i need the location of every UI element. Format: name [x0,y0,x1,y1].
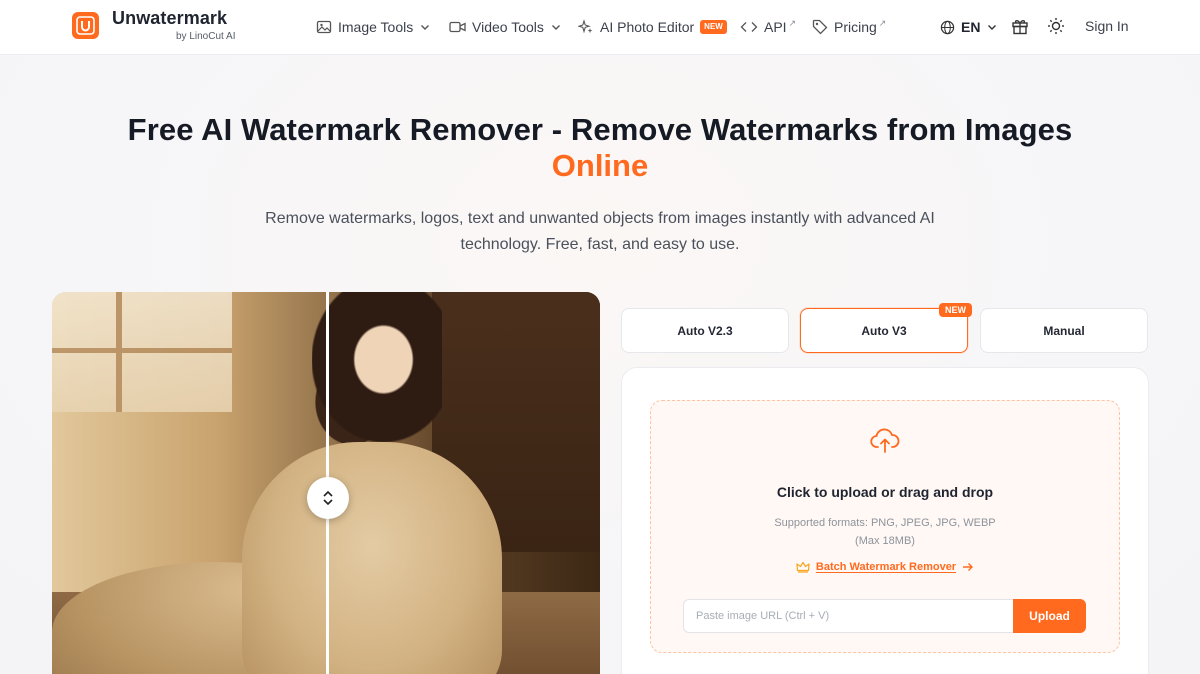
nav-video-tools-label: Video Tools [472,19,544,35]
brand-name[interactable]: Unwatermark [112,8,227,29]
nav-ai-photo-editor[interactable]: AI Photo Editor NEW [578,17,727,37]
nav-image-tools-label: Image Tools [338,19,414,35]
sparkles-icon [578,19,593,34]
upload-formats: Supported formats: PNG, JPEG, JPG, WEBP … [650,514,1120,550]
crown-icon [796,561,810,573]
gift-icon[interactable] [1011,17,1031,37]
sign-in-link[interactable]: Sign In [1085,18,1129,34]
comparison-slider-handle[interactable] [307,477,349,519]
language-label: EN [961,19,981,35]
chevron-down-icon [988,25,997,30]
page-title-highlight: Online [0,148,1200,184]
code-icon [740,22,758,32]
nav-pricing-label: Pricing [834,19,877,35]
nav-pricing[interactable]: Pricing ↗ [812,17,886,37]
top-navbar: Unwatermark by LinoCut AI Image Tools Vi… [0,0,1200,55]
supported-formats-text: Supported formats: PNG, JPEG, JPG, WEBP [774,517,996,529]
tag-icon [812,19,828,35]
upload-title: Click to upload or drag and drop [776,484,994,500]
language-selector[interactable]: EN [940,17,998,37]
external-link-icon: ↗ [788,17,797,28]
tab-new-badge: NEW [939,303,972,317]
nav-video-tools[interactable]: Video Tools [449,17,562,37]
new-badge: NEW [700,20,727,34]
nav-image-tools[interactable]: Image Tools [316,17,431,37]
chevron-down-icon [421,25,430,30]
arrow-right-icon [963,563,974,571]
image-url-input[interactable] [683,599,1013,633]
max-size-text: (Max 18MB) [855,535,915,547]
tab-manual[interactable]: Manual [980,308,1148,353]
globe-icon [940,20,955,34]
nav-ai-photo-editor-label: AI Photo Editor [600,19,695,35]
page-title-highlight-text: Online [547,148,653,183]
image-icon [316,20,332,34]
chevron-down-icon [551,25,560,30]
page-title: Free AI Watermark Remover - Remove Water… [127,112,1073,147]
external-link-icon: ↗ [878,17,887,28]
chevron-up-down-icon [323,490,333,506]
logo-icon[interactable] [72,12,99,39]
nav-api[interactable]: API ↗ [740,17,796,37]
cloud-upload-icon [870,428,900,459]
photo-figure-dress [242,442,502,674]
upload-button[interactable]: Upload [1013,599,1086,633]
nav-api-label: API [764,19,787,35]
photo-figure-head [312,292,442,442]
batch-link-label: Batch Watermark Remover [815,561,957,573]
video-icon [449,21,466,33]
theme-toggle-sun-icon[interactable] [1047,17,1067,37]
page-subtitle: Remove watermarks, logos, text and unwan… [265,210,935,253]
tab-auto-v2-3[interactable]: Auto V2.3 [621,308,789,353]
batch-watermark-remover-link[interactable]: Batch Watermark Remover [650,561,1120,573]
before-after-image-comparison[interactable] [52,292,600,674]
photo-window-background [52,292,232,412]
brand-subtitle: by LinoCut AI [176,31,236,42]
